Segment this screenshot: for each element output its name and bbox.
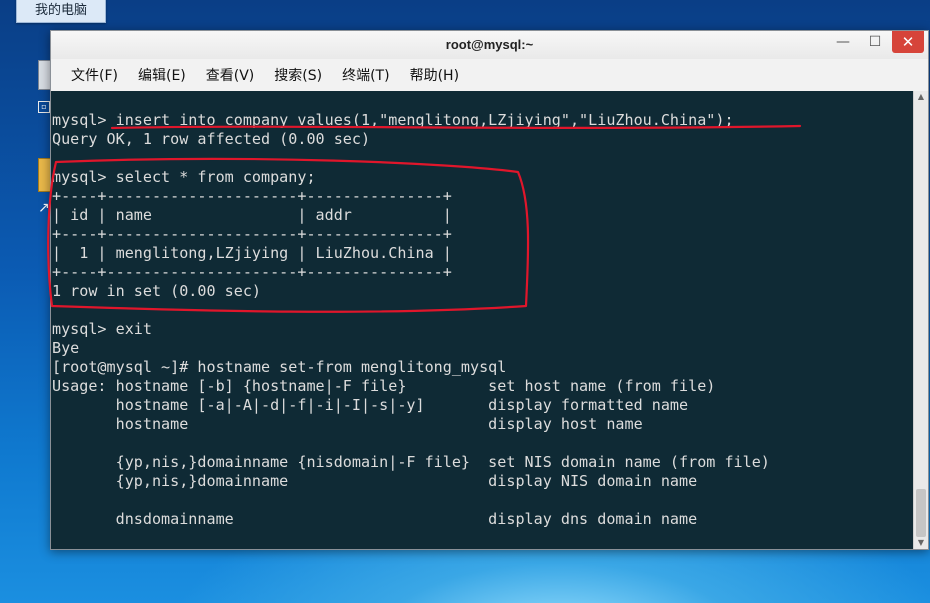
terminal-window: root@mysql:~ — ☐ ✕ 文件(F) 编辑(E) 查看(V) 搜索(…: [50, 30, 929, 550]
my-computer-label[interactable]: 我的电脑: [16, 0, 106, 23]
terminal-line: +----+---------------------+------------…: [52, 187, 452, 205]
terminal-line: mysql> insert into company values(1,"men…: [52, 111, 734, 129]
terminal-line: [root@mysql ~]# hostname set-from mengli…: [52, 358, 507, 376]
terminal-line: | 1 | menglitong,LZjiying | LiuZhou.Chin…: [52, 244, 452, 262]
menu-search[interactable]: 搜索(S): [264, 61, 332, 91]
menu-terminal[interactable]: 终端(T): [332, 61, 399, 91]
terminal-line: +----+---------------------+------------…: [52, 263, 452, 281]
terminal-output[interactable]: mysql> insert into company values(1,"men…: [51, 91, 914, 549]
scroll-down-icon[interactable]: ▼: [914, 537, 928, 549]
terminal-line: Query OK, 1 row affected (0.00 sec): [52, 130, 371, 148]
terminal-line: | id | name | addr |: [52, 206, 452, 224]
close-icon[interactable]: ✕: [892, 31, 924, 53]
terminal-line: mysql> exit: [52, 320, 152, 338]
terminal-line: mysql> select * from company;: [52, 168, 316, 186]
terminal-line: Usage: hostname [-b] {hostname|-F file} …: [52, 377, 716, 395]
terminal-line: Bye: [52, 339, 80, 357]
title-bar[interactable]: root@mysql:~ — ☐ ✕: [51, 31, 928, 59]
minimize-icon[interactable]: —: [828, 31, 858, 53]
vertical-scrollbar[interactable]: ▲ ▼: [913, 91, 928, 549]
menu-bar: 文件(F) 编辑(E) 查看(V) 搜索(S) 终端(T) 帮助(H): [51, 61, 928, 91]
window-title: root@mysql:~: [445, 37, 534, 52]
menu-view[interactable]: 查看(V): [196, 61, 265, 91]
terminal-line: hostname [-a|-A|-d|-f|-i|-I|-s|-y] displ…: [52, 396, 689, 414]
desktop-shortcut-icon[interactable]: ↗: [38, 200, 50, 216]
scroll-thumb[interactable]: [916, 489, 926, 537]
menu-help[interactable]: 帮助(H): [400, 61, 469, 91]
maximize-icon[interactable]: ☐: [860, 31, 890, 53]
terminal-line: +----+---------------------+------------…: [52, 225, 452, 243]
desktop-small-icon[interactable]: ▫: [38, 101, 50, 113]
menu-file[interactable]: 文件(F): [61, 61, 128, 91]
menu-edit[interactable]: 编辑(E): [128, 61, 196, 91]
terminal-line: {yp,nis,}domainname {nisdomain|-F file} …: [52, 453, 770, 471]
terminal-line: {yp,nis,}domainname display NIS domain n…: [52, 472, 698, 490]
scroll-up-icon[interactable]: ▲: [914, 91, 928, 103]
terminal-line: dnsdomainname display dns domain name: [52, 510, 698, 528]
terminal-line: hostname display host name: [52, 415, 643, 433]
terminal-text: mysql> insert into company values(1,"men…: [51, 91, 914, 529]
terminal-line: 1 row in set (0.00 sec): [52, 282, 262, 300]
